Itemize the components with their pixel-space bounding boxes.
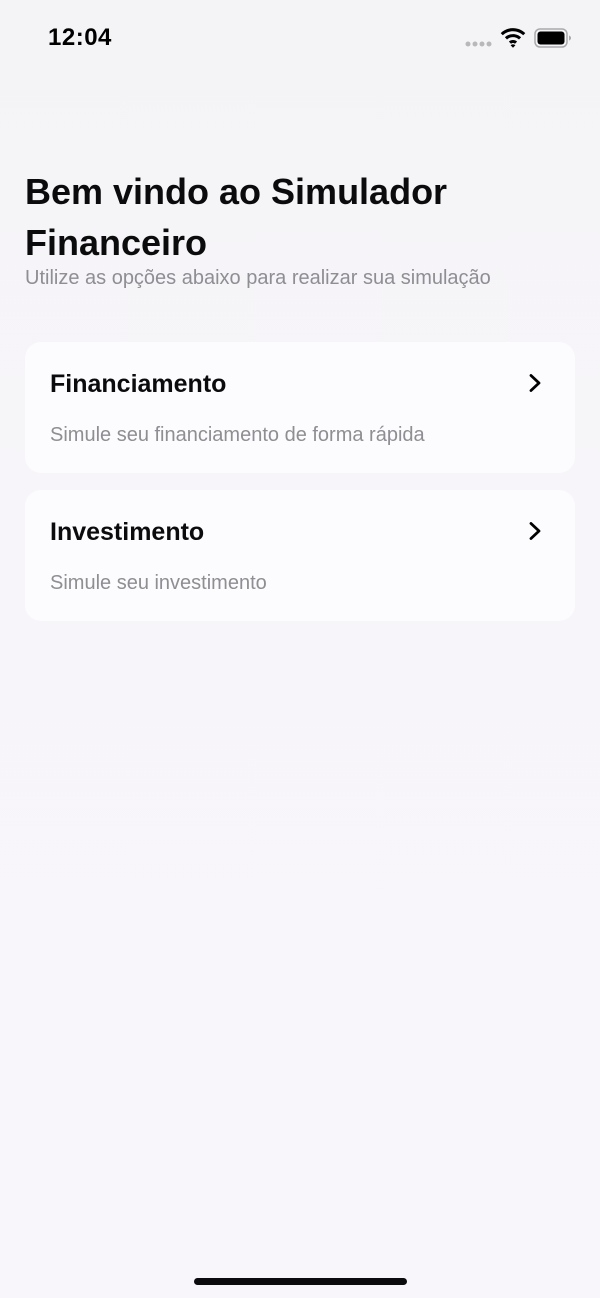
financiamento-option-card[interactable]: Financiamento Simule seu financiamento d… xyxy=(25,342,575,473)
option-description: Simule seu investimento xyxy=(50,572,267,594)
status-bar: 12:04 xyxy=(0,0,600,78)
investimento-option-card[interactable]: Investimento Simule seu investimento xyxy=(25,490,575,621)
cellular-signal-dots-icon xyxy=(465,41,492,47)
home-indicator[interactable] xyxy=(194,1278,407,1285)
chevron-right-icon xyxy=(529,374,541,392)
page-subtitle: Utilize as opções abaixo para realizar s… xyxy=(25,267,491,289)
wifi-icon xyxy=(500,28,526,48)
chevron-right-icon xyxy=(529,522,541,540)
option-title: Investimento xyxy=(50,518,205,546)
page-title: Bem vindo ao Simulador Financeiro xyxy=(25,171,448,263)
battery-icon xyxy=(534,28,571,48)
option-description: Simule seu financiamento de forma rápida xyxy=(50,424,425,446)
status-time: 12:04 xyxy=(48,24,112,51)
option-title: Financiamento xyxy=(50,370,227,398)
